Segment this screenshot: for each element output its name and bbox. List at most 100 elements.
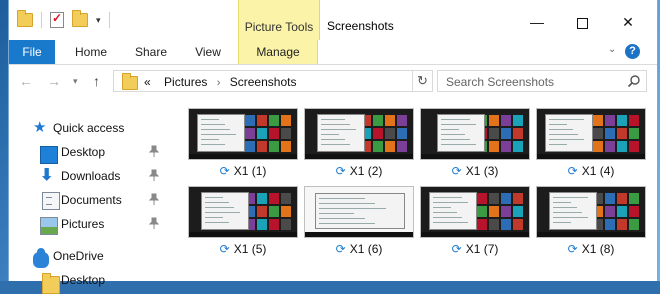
file-name-label[interactable]: ⟳ X1 (3): [420, 164, 530, 178]
preview-taskbar: [537, 232, 645, 237]
preview-tile: [593, 141, 603, 152]
file-name-label[interactable]: ⟳ X1 (1): [188, 164, 298, 178]
sidebar-item-downloads[interactable]: ⬇ Downloads: [9, 165, 171, 187]
sidebar-item-documents[interactable]: Documents: [9, 189, 171, 211]
star-icon: ★: [33, 119, 47, 136]
preview-text-line: [205, 217, 224, 218]
file-thumbnail-item[interactable]: ⟳ X1 (5): [188, 186, 298, 266]
minimize-button[interactable]: —: [514, 14, 560, 38]
preview-tile: [269, 128, 279, 139]
preview-tile: [605, 141, 615, 152]
back-arrow-icon[interactable]: ←: [19, 73, 33, 89]
screenshot-preview: [420, 186, 530, 238]
preview-text-line: [433, 202, 468, 203]
file-thumbnail-item[interactable]: ⟳ X1 (4): [536, 108, 646, 188]
file-thumbnail-item[interactable]: ⟳ X1 (8): [536, 186, 646, 266]
file-name-label[interactable]: ⟳ X1 (8): [536, 242, 646, 256]
preview-text-line: [553, 222, 572, 223]
preview-tile: [629, 206, 639, 217]
preview-text-line: [549, 139, 584, 140]
help-icon[interactable]: ?: [625, 44, 640, 59]
file-name-label[interactable]: ⟳ X1 (4): [536, 164, 646, 178]
search-icon[interactable]: [627, 74, 641, 88]
file-explorer-window: ▾ Picture Tools Screenshots — ✕ File Hom…: [8, 0, 658, 294]
sidebar-item-onedrive[interactable]: OneDrive: [9, 245, 171, 268]
up-arrow-icon[interactable]: ↑: [93, 73, 100, 89]
search-box[interactable]: [437, 70, 647, 92]
forward-arrow-icon[interactable]: →: [47, 73, 61, 89]
file-name-label[interactable]: ⟳ X1 (5): [188, 242, 298, 256]
file-list: ⟳ X1 (1) ⟳ X1 (2) ⟳ X1 (3) ⟳ X1 (4) ⟳ X1 (5) ⟳ X1 (…: [171, 100, 657, 281]
breadcrumb-pictures[interactable]: Pictures: [164, 75, 207, 89]
tab-file[interactable]: File: [9, 40, 55, 64]
window-title: Screenshots: [327, 19, 394, 33]
address-bar[interactable]: « Pictures › Screenshots ▾: [113, 70, 505, 92]
sidebar-item-label: Desktop: [61, 273, 106, 287]
tab-view[interactable]: View: [185, 40, 231, 64]
desktop-icon: [40, 146, 58, 164]
pin-icon[interactable]: [149, 217, 159, 229]
preview-tile: [373, 128, 383, 139]
preview-window: [437, 114, 485, 152]
maximize-button[interactable]: [559, 14, 605, 38]
preview-tile: [397, 115, 407, 126]
sidebar-item-pictures[interactable]: Pictures: [9, 213, 171, 235]
pin-icon[interactable]: [149, 169, 159, 181]
preview-tile: [489, 206, 499, 217]
sync-pending-icon: ⟳: [567, 164, 578, 178]
sidebar-item-onedrive-desktop[interactable]: Desktop: [9, 269, 171, 294]
customize-toolbar-chevron-down-icon[interactable]: ▾: [96, 15, 101, 26]
breadcrumb-overflow[interactable]: «: [144, 75, 151, 89]
picture-tools-label: Picture Tools: [244, 20, 314, 34]
file-thumbnail-item[interactable]: ⟳ X1 (2): [304, 108, 414, 188]
preview-tile: [477, 206, 487, 217]
search-input[interactable]: [444, 73, 618, 91]
tab-home[interactable]: Home: [63, 40, 119, 64]
pin-icon[interactable]: [149, 145, 159, 157]
preview-text-line: [205, 222, 229, 223]
file-thumbnail-item[interactable]: ⟳ X1 (6): [304, 186, 414, 266]
preview-window: [545, 114, 593, 152]
close-button[interactable]: ✕: [605, 14, 651, 38]
tab-manage[interactable]: Manage: [238, 40, 318, 64]
screenshot-preview: [536, 186, 646, 238]
preview-text-line: [549, 119, 584, 120]
title-bar: ▾ Picture Tools Screenshots — ✕: [9, 0, 657, 40]
file-thumbnail-item[interactable]: ⟳ X1 (7): [420, 186, 530, 266]
pin-icon[interactable]: [149, 193, 159, 205]
sidebar-item-quick-access[interactable]: ★ Quick access: [9, 117, 171, 139]
preview-text-line: [321, 139, 345, 140]
preview-text-line: [319, 198, 365, 199]
preview-tile: [281, 128, 291, 139]
breadcrumb-screenshots[interactable]: Screenshots: [230, 75, 297, 89]
preview-window: [549, 192, 597, 230]
file-name-label[interactable]: ⟳ X1 (2): [304, 164, 414, 178]
file-thumbnail-item[interactable]: ⟳ X1 (1): [188, 108, 298, 188]
toolbar-divider: [108, 12, 110, 28]
cloud-icon: [33, 248, 49, 268]
preview-tile: [477, 219, 487, 230]
preview-tile: [373, 141, 383, 152]
properties-icon[interactable]: [50, 11, 64, 28]
preview-text-line: [441, 129, 460, 130]
sidebar-item-desktop[interactable]: Desktop: [9, 141, 171, 164]
refresh-button[interactable]: ↻: [413, 70, 433, 92]
breadcrumb: « Pictures › Screenshots: [144, 75, 296, 89]
recent-locations-chevron-down-icon[interactable]: ▾: [73, 76, 78, 87]
new-folder-icon[interactable]: [72, 10, 88, 27]
expand-ribbon-chevron-icon[interactable]: ⌄: [608, 44, 616, 55]
file-thumbnail-item[interactable]: ⟳ X1 (3): [420, 108, 530, 188]
preview-taskbar: [189, 154, 297, 159]
preview-tile: [501, 115, 511, 126]
tab-share[interactable]: Share: [125, 40, 177, 64]
sync-pending-icon: ⟳: [451, 164, 462, 178]
folder-icon[interactable]: [17, 10, 33, 27]
preview-text-line: [553, 212, 583, 213]
preview-text-line: [319, 223, 376, 224]
preview-text-line: [201, 144, 225, 145]
breadcrumb-separator-icon[interactable]: ›: [217, 77, 221, 89]
file-name-label[interactable]: ⟳ X1 (7): [420, 242, 530, 256]
preview-window: [315, 193, 405, 229]
file-name-label[interactable]: ⟳ X1 (6): [304, 242, 414, 256]
preview-tile: [257, 128, 267, 139]
